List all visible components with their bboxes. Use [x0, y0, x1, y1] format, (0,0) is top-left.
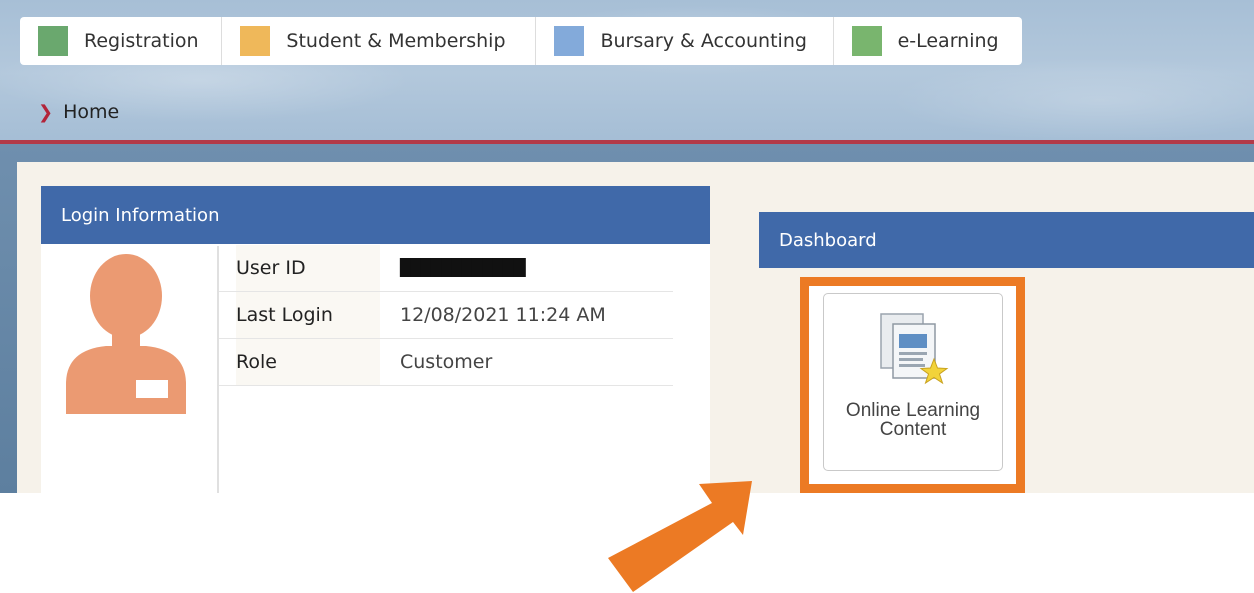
last-login-value: 12/08/2021 11:24 AM — [400, 304, 606, 326]
role-value: Customer — [400, 351, 493, 373]
user-id-value: ████████████ — [400, 258, 526, 277]
tab-bursary-accounting[interactable]: Bursary & Accounting — [536, 17, 834, 65]
e-learning-color-icon — [851, 26, 882, 56]
role-row: Role Customer — [219, 339, 673, 386]
documents-star-icon — [880, 313, 949, 385]
registration-color-icon — [38, 26, 68, 56]
tile-caption: Online Learning Content — [824, 401, 1002, 439]
tab-student-membership[interactable]: Student & Membership — [222, 17, 537, 65]
user-id-label: User ID — [236, 245, 380, 291]
chevron-right-icon: ❯ — [38, 101, 54, 123]
tile-caption-line2: Content — [879, 419, 947, 440]
tile-caption-line1: Online Learning — [845, 400, 981, 421]
tab-e-learning[interactable]: e-Learning — [834, 17, 1022, 65]
online-learning-content-tile[interactable]: Online Learning Content — [823, 293, 1003, 471]
role-label: Role — [236, 339, 380, 385]
breadcrumb-home[interactable]: Home — [63, 101, 119, 123]
user-id-row: User ID ████████████ — [219, 245, 673, 292]
user-avatar-icon — [66, 254, 186, 414]
login-panel-title: Login Information — [61, 204, 220, 226]
tab-registration[interactable]: Registration — [20, 17, 223, 65]
tab-label: Bursary & Accounting — [600, 30, 807, 52]
student-membership-color-icon — [240, 26, 271, 56]
last-login-row: Last Login 12/08/2021 11:24 AM — [219, 292, 673, 339]
dashboard-header: Dashboard — [759, 212, 1254, 268]
tab-label: Registration — [84, 30, 199, 52]
tab-label: e-Learning — [897, 30, 999, 52]
breadcrumb: ❯ Home — [38, 101, 119, 123]
login-panel-header: Login Information — [41, 186, 710, 244]
pointer-arrow-icon — [608, 481, 752, 592]
main-nav: Registration Student & Membership Bursar… — [20, 17, 1022, 65]
tab-label: Student & Membership — [286, 30, 506, 52]
dashboard-title: Dashboard — [779, 229, 877, 251]
last-login-label: Last Login — [236, 292, 380, 338]
bursary-accounting-color-icon — [554, 26, 585, 56]
